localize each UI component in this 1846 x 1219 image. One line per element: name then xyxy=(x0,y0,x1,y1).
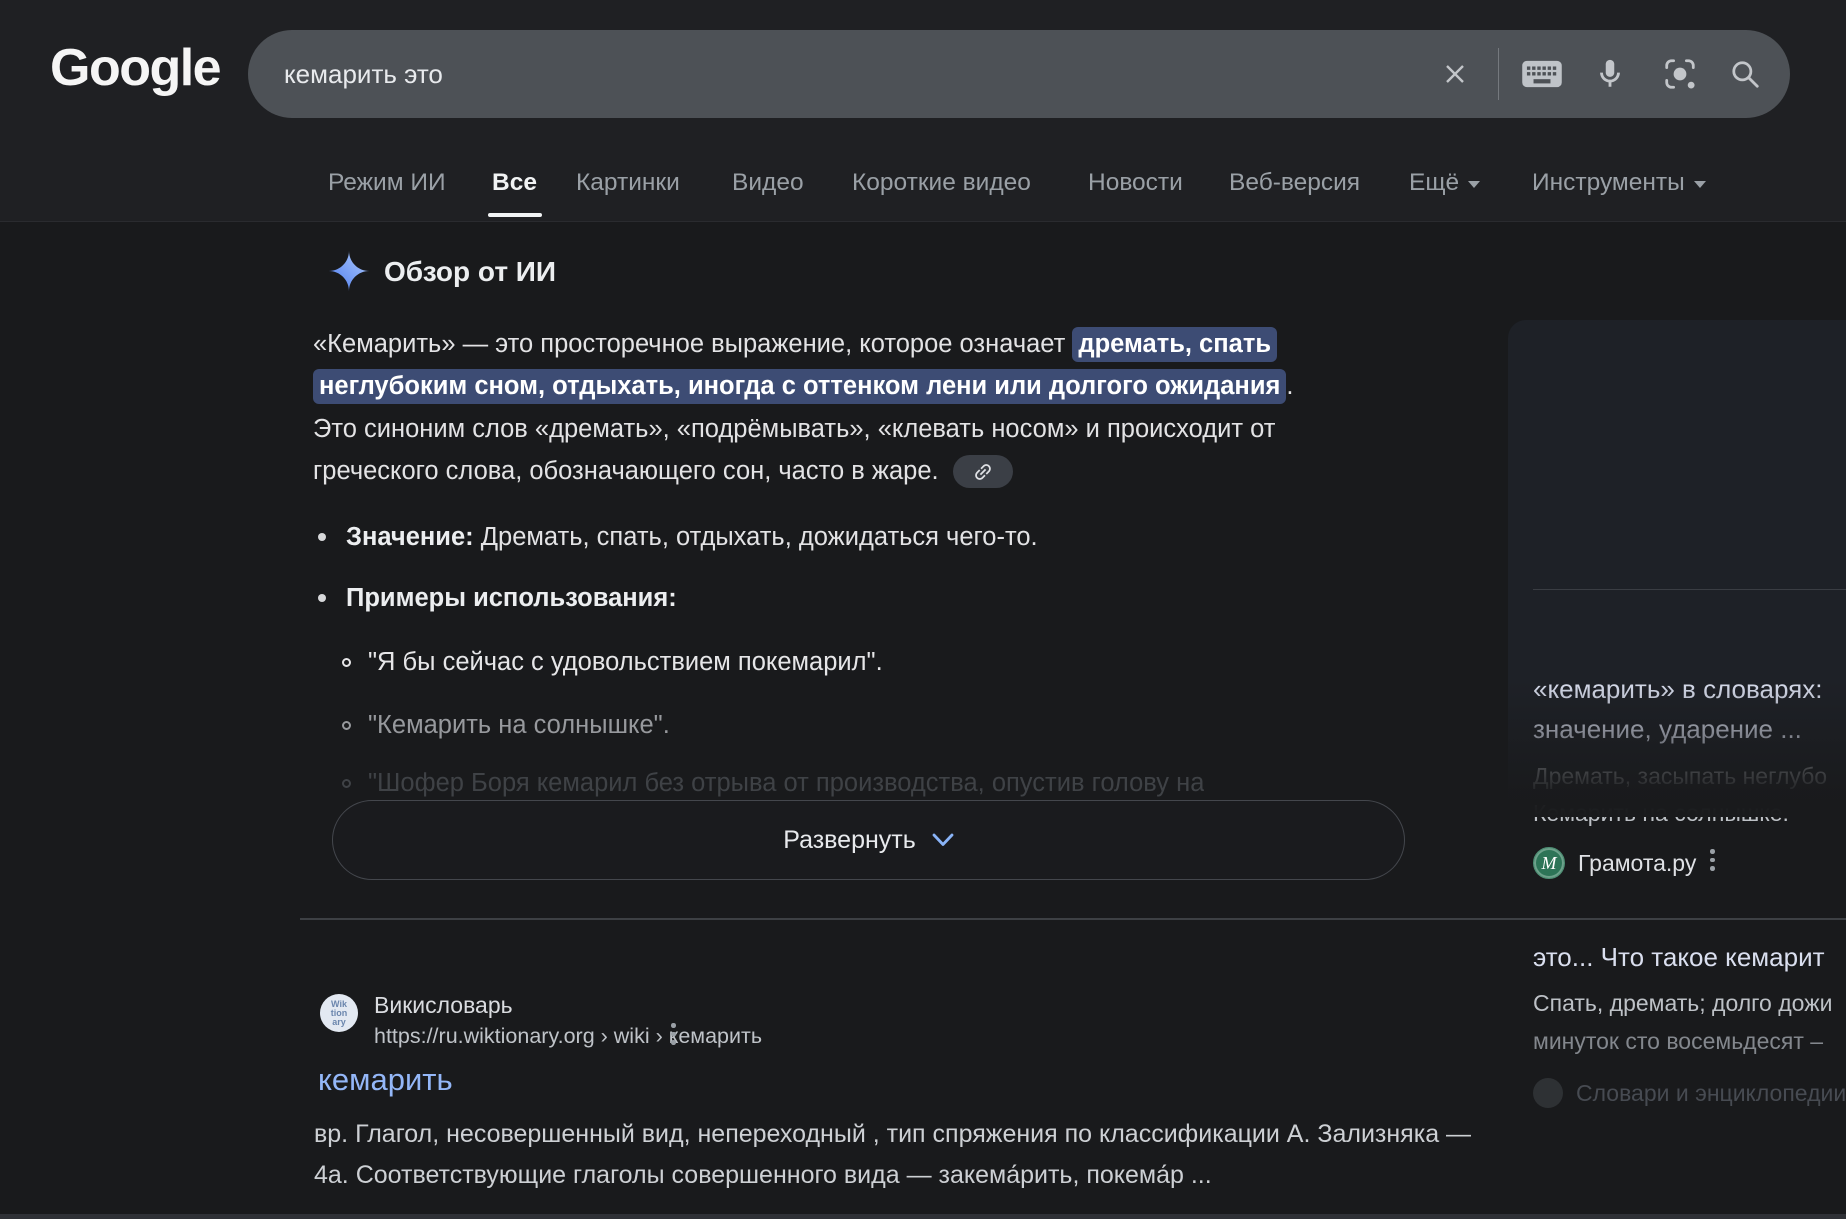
tab-images[interactable]: Картинки xyxy=(576,168,680,198)
expand-button[interactable]: Развернуть xyxy=(332,800,1405,880)
source-link-chip[interactable] xyxy=(953,455,1013,488)
highlighted-text: дремать, спать xyxy=(1072,327,1277,362)
sidebar-result-title[interactable]: значение, ударение ... xyxy=(1533,714,1802,745)
google-serp-dark: Google xyxy=(0,0,1846,1219)
hollow-bullet-icon xyxy=(342,779,351,788)
next-section-edge xyxy=(0,1214,1846,1219)
tab-videos[interactable]: Видео xyxy=(732,168,804,198)
related-results-card: «кемарить» в словарях: значение, ударени… xyxy=(1508,320,1846,816)
list-item: Значение: Дремать, спать, отдыхать, дожи… xyxy=(318,522,1038,552)
search-input[interactable] xyxy=(282,30,1282,118)
clear-search-button[interactable] xyxy=(1431,50,1479,98)
sidebar-result-snippet: Дремать, засыпать неглубо xyxy=(1533,763,1827,790)
result-snippet: вр. Глагол, несовершенный вид, непереход… xyxy=(314,1114,1471,1196)
tab-tools[interactable]: Инструменты xyxy=(1532,168,1706,198)
sidebar-source-row: М Грамота.ру xyxy=(1533,847,1696,879)
example-item: "Я бы сейчас с удовольствием покемарил". xyxy=(342,647,883,677)
ai-overview-badge: Обзор от ИИ xyxy=(384,256,556,288)
bullet-icon xyxy=(318,594,326,602)
ai-sparkle-icon xyxy=(327,249,371,293)
list-item: Примеры использования: xyxy=(318,583,677,613)
search-bar[interactable] xyxy=(248,30,1790,118)
camera-lens-icon xyxy=(1663,57,1697,91)
tab-more[interactable]: Ещё xyxy=(1409,168,1480,198)
tab-short-videos[interactable]: Короткие видео xyxy=(852,168,1031,198)
result-site-name[interactable]: Викисловарь xyxy=(374,992,513,1019)
close-icon xyxy=(1440,59,1470,89)
voice-search-button[interactable] xyxy=(1586,50,1634,98)
keyboard-icon xyxy=(1521,58,1563,90)
sidebar-source-row: Словари и энциклопедии н xyxy=(1533,1078,1846,1108)
example-item: "Кемарить на солнышке". xyxy=(342,710,670,740)
sidebar-result-title[interactable]: «кемарить» в словарях: xyxy=(1533,674,1822,705)
search-submit-button[interactable] xyxy=(1721,50,1769,98)
result-breadcrumb-url[interactable]: https://ru.wiktionary.org › wiki › кемар… xyxy=(374,1024,762,1049)
ai-overview-paragraph: «Кемарить» — это просторечное выражение,… xyxy=(313,323,1293,493)
mic-icon xyxy=(1593,57,1627,91)
sidebar-divider xyxy=(1533,589,1846,590)
lens-search-button[interactable] xyxy=(1656,50,1704,98)
sidebar-result-snippet: Кемарить на солнышке. xyxy=(1533,800,1789,827)
paragraph-line: «Кемарить» — это просторечное выражение,… xyxy=(313,323,1293,366)
chevron-down-icon xyxy=(1468,181,1480,188)
more-options-button[interactable] xyxy=(1710,849,1715,871)
tab-ai-mode[interactable]: Режим ИИ xyxy=(328,168,446,198)
highlighted-text: неглубоким сном, отдыхать, иногда с отте… xyxy=(313,369,1286,404)
paragraph-line: греческого слова, обозначающего сон, час… xyxy=(313,451,1293,494)
paragraph-line: Это синоним слов «дремать», «подрёмывать… xyxy=(313,408,1293,451)
sidebar-result-snippet: минуток сто восемьдесят – xyxy=(1533,1028,1823,1055)
bullet-icon xyxy=(318,533,326,541)
tab-web[interactable]: Веб-версия xyxy=(1229,168,1360,198)
hollow-bullet-icon xyxy=(342,721,351,730)
example-item-faded: "Шофер Боря кемарил без отрыва от произв… xyxy=(342,768,1204,798)
wiktionary-favicon: Wik tion ary xyxy=(320,994,358,1032)
link-icon xyxy=(972,461,994,483)
section-divider xyxy=(300,918,1846,920)
chevron-down-icon xyxy=(1694,181,1706,188)
tab-all[interactable]: Все xyxy=(492,168,537,198)
keyboard-button[interactable] xyxy=(1518,50,1566,98)
search-header: Google xyxy=(0,0,1846,222)
hollow-bullet-icon xyxy=(342,658,351,667)
google-logo[interactable]: Google xyxy=(50,38,220,98)
sidebar-source-name[interactable]: Словари и энциклопедии н xyxy=(1576,1080,1846,1107)
result-title-link[interactable]: кемарить xyxy=(318,1062,453,1098)
sidebar-source-name[interactable]: Грамота.ру xyxy=(1578,850,1696,877)
sidebar-result-snippet: Спать, дремать; долго дожи xyxy=(1533,990,1832,1017)
result-more-options-button[interactable] xyxy=(671,1023,676,1045)
paragraph-line: неглубоким сном, отдыхать, иногда с отте… xyxy=(313,366,1293,409)
active-tab-indicator xyxy=(488,213,542,217)
sidebar-result-title[interactable]: это... Что такое кемарит xyxy=(1533,942,1825,973)
search-icon xyxy=(1729,58,1761,90)
tab-news[interactable]: Новости xyxy=(1088,168,1183,198)
gramota-favicon: М xyxy=(1533,847,1565,879)
source-favicon xyxy=(1533,1078,1563,1108)
chevron-down-icon xyxy=(932,833,954,847)
searchbar-divider xyxy=(1498,48,1499,100)
